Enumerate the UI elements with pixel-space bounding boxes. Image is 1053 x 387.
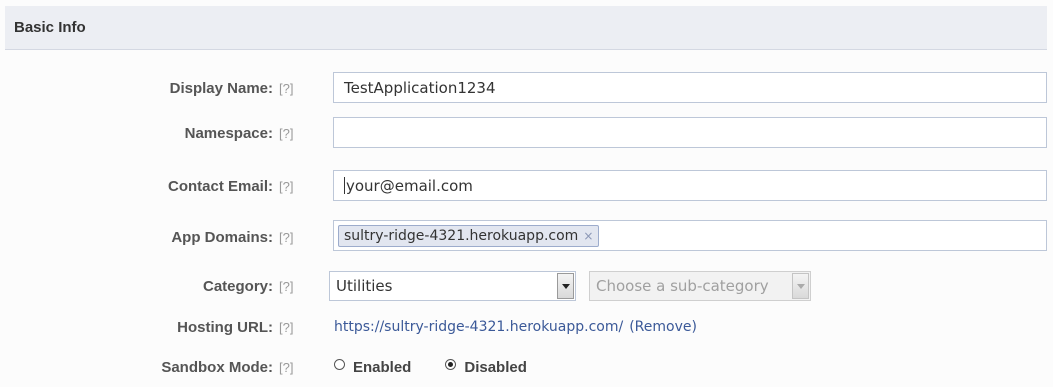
app-domains-input[interactable]: sultry-ridge-4321.herokuapp.com ×: [333, 220, 1047, 251]
row-contact-email: Contact Email: [?] your@email.com: [0, 166, 1053, 206]
hosting-url-link[interactable]: https://sultry-ridge-4321.herokuapp.com/: [334, 319, 623, 335]
row-namespace: Namespace: [?]: [0, 113, 1053, 153]
token-remove-icon[interactable]: ×: [583, 229, 593, 243]
domain-token-label: sultry-ridge-4321.herokuapp.com: [344, 227, 579, 244]
chevron-down-icon: [561, 283, 570, 289]
row-hosting-url: Hosting URL: [?] https://sultry-ridge-43…: [0, 307, 1053, 347]
category-label: Category:: [202, 277, 273, 295]
namespace-help-icon[interactable]: [?]: [279, 113, 293, 153]
sandbox-enabled-option[interactable]: Enabled: [334, 358, 412, 376]
display-name-value: TestApplication1234: [344, 78, 496, 97]
subcategory-dropdown-button: [792, 273, 809, 299]
row-sandbox-mode: Sandbox Mode: [?] Enabled Disabled: [0, 347, 1053, 387]
contact-email-value: your@email.com: [346, 176, 473, 195]
category-selected-value: Utilities: [336, 277, 393, 295]
namespace-label: Namespace:: [184, 124, 273, 142]
row-display-name: Display Name: [?] TestApplication1234: [0, 68, 1053, 108]
app-domains-help-icon[interactable]: [?]: [279, 217, 293, 257]
sandbox-mode-help-icon[interactable]: [?]: [279, 347, 293, 387]
category-select[interactable]: Utilities: [329, 271, 576, 301]
row-app-domains: App Domains: [?] sultry-ridge-4321.herok…: [0, 217, 1053, 257]
row-category: Category: [?] Utilities Choose a sub-cat…: [0, 266, 1053, 306]
sandbox-enabled-radio[interactable]: [334, 358, 345, 370]
display-name-label: Display Name:: [169, 79, 273, 97]
hosting-url-remove-link[interactable]: (Remove): [629, 319, 697, 335]
contact-email-label: Contact Email:: [167, 177, 273, 195]
sandbox-disabled-label: Disabled: [464, 358, 527, 376]
sandbox-enabled-label: Enabled: [353, 358, 412, 376]
namespace-input[interactable]: [333, 117, 1047, 148]
sandbox-disabled-radio[interactable]: [445, 358, 457, 370]
hosting-url-label: Hosting URL:: [177, 318, 273, 336]
section-title: Basic Info: [14, 19, 86, 36]
sandbox-mode-label: Sandbox Mode:: [161, 358, 273, 376]
basic-info-panel: Basic Info Display Name: [?] TestApplica…: [0, 0, 1053, 387]
sandbox-disabled-option[interactable]: Disabled: [445, 358, 527, 376]
category-dropdown-button[interactable]: [557, 273, 574, 299]
hosting-url-container: https://sultry-ridge-4321.herokuapp.com/…: [334, 307, 697, 347]
section-header: Basic Info: [5, 6, 1047, 50]
category-help-icon[interactable]: [?]: [279, 266, 293, 306]
contact-email-input[interactable]: your@email.com: [333, 170, 1047, 201]
text-cursor: [344, 177, 345, 194]
subcategory-placeholder: Choose a sub-category: [596, 277, 769, 295]
domain-token: sultry-ridge-4321.herokuapp.com ×: [338, 224, 600, 247]
sandbox-mode-radio-group: Enabled Disabled: [334, 347, 561, 387]
app-domains-label: App Domains:: [171, 228, 273, 246]
hosting-url-help-icon[interactable]: [?]: [279, 307, 293, 347]
chevron-down-icon: [796, 283, 805, 289]
display-name-input[interactable]: TestApplication1234: [333, 72, 1047, 103]
subcategory-select: Choose a sub-category: [589, 271, 811, 301]
display-name-help-icon[interactable]: [?]: [279, 68, 293, 108]
contact-email-help-icon[interactable]: [?]: [279, 166, 293, 206]
